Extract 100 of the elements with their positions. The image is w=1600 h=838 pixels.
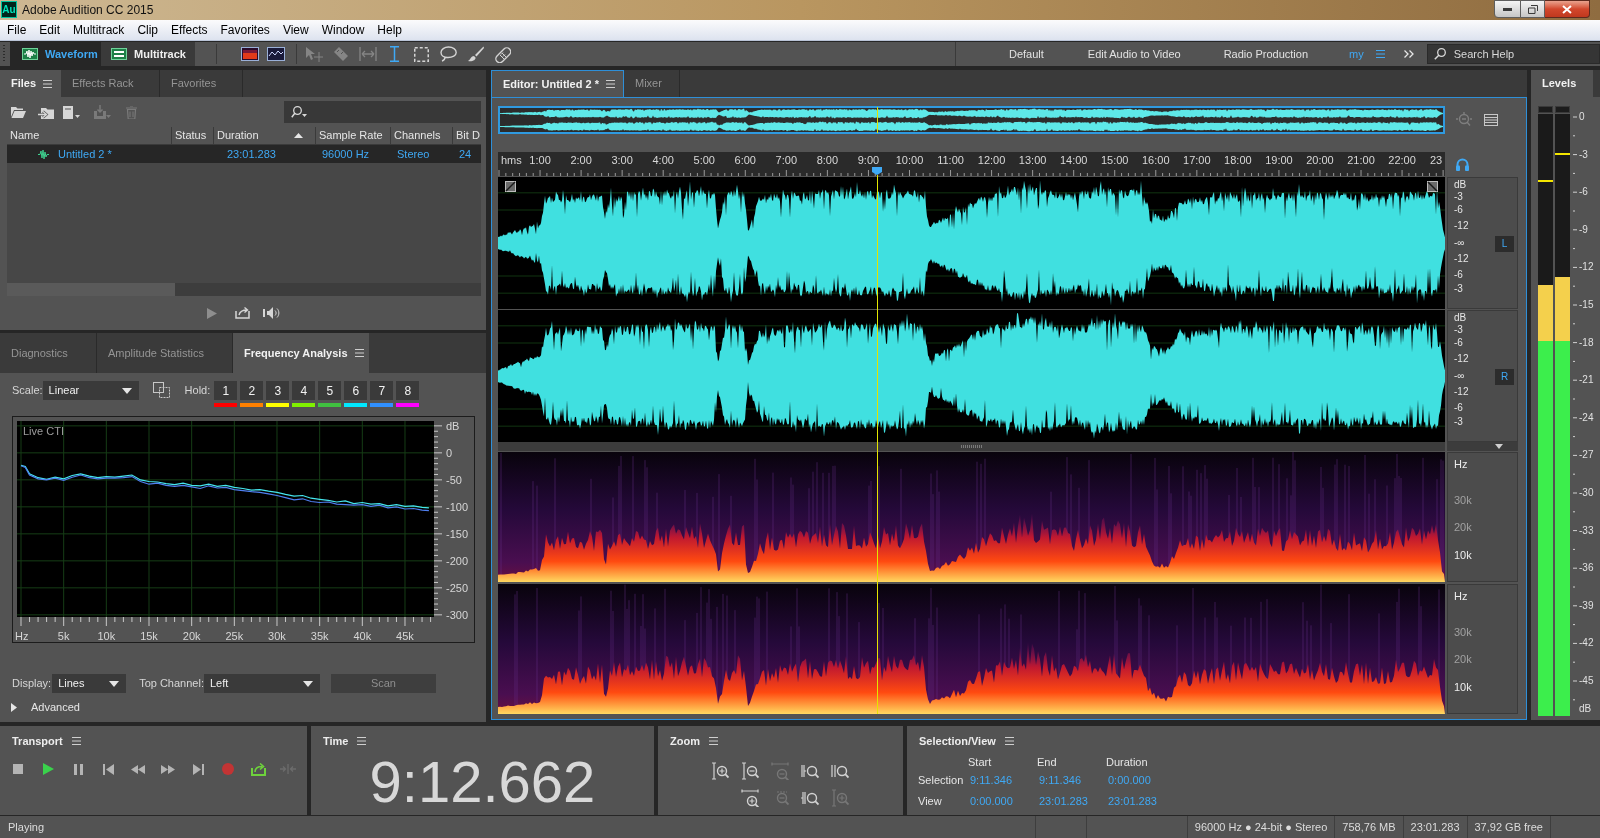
column-header[interactable]: Status bbox=[172, 127, 214, 144]
close-button[interactable] bbox=[1545, 0, 1590, 18]
menu-item[interactable]: View bbox=[282, 24, 309, 36]
pause-icon[interactable] bbox=[73, 763, 83, 775]
menu-item[interactable]: Favorites bbox=[220, 24, 270, 36]
column-header[interactable]: Sample Rate bbox=[316, 127, 391, 144]
field-label: Hold: bbox=[184, 383, 211, 398]
skip-to-end-icon[interactable] bbox=[192, 763, 204, 775]
zoom-in-icon[interactable] bbox=[711, 762, 729, 780]
column-header[interactable]: Bit D bbox=[453, 127, 481, 144]
menu-item[interactable]: File bbox=[7, 24, 27, 36]
menu-item[interactable]: Effects bbox=[171, 24, 208, 36]
rewind-icon[interactable] bbox=[131, 764, 145, 774]
panel-tab[interactable]: Effects Rack bbox=[61, 70, 160, 97]
scrollbar-thumb[interactable] bbox=[7, 283, 175, 296]
scale-dropdown[interactable]: Linear bbox=[42, 381, 139, 400]
folder-open-icon[interactable] bbox=[11, 106, 26, 118]
marquee-icon[interactable] bbox=[414, 46, 429, 62]
zoom-icon[interactable] bbox=[831, 762, 849, 780]
advanced-toggle[interactable]: Advanced bbox=[0, 700, 80, 714]
list-icon[interactable] bbox=[1484, 114, 1498, 126]
headphones-icon[interactable] bbox=[1456, 157, 1469, 171]
bandage-icon[interactable] bbox=[494, 45, 511, 63]
mode-button[interactable]: Multitrack bbox=[101, 42, 195, 66]
hold-button[interactable]: 3 bbox=[266, 381, 290, 400]
brush-icon[interactable] bbox=[467, 46, 484, 62]
triangle-down-icon[interactable] bbox=[1495, 444, 1503, 449]
stacked-squares-icon[interactable] bbox=[152, 382, 170, 398]
playhead-line[interactable] bbox=[876, 175, 878, 714]
horizontal-scrollbar[interactable] bbox=[7, 283, 481, 296]
folder-arrow-icon[interactable] bbox=[38, 105, 54, 119]
menu-item[interactable]: Clip bbox=[137, 24, 159, 36]
column-header[interactable]: Name bbox=[7, 127, 172, 144]
channel-dropdown[interactable]: Left bbox=[203, 674, 320, 693]
export-icon[interactable] bbox=[235, 307, 250, 319]
search-field[interactable] bbox=[284, 101, 481, 123]
menu-icon[interactable] bbox=[357, 737, 367, 745]
play-icon[interactable] bbox=[42, 763, 54, 775]
zoom-icon[interactable] bbox=[801, 762, 819, 780]
menu-icon[interactable] bbox=[708, 737, 718, 745]
hold-button[interactable]: 4 bbox=[292, 381, 316, 400]
channel-button[interactable]: R bbox=[1495, 369, 1514, 385]
channel-button[interactable]: L bbox=[1495, 236, 1514, 252]
curved-arrow-tray-icon[interactable] bbox=[250, 762, 266, 776]
menu-icon[interactable] bbox=[1004, 737, 1014, 745]
menu-item[interactable]: Multitrack bbox=[73, 24, 125, 36]
menu-item[interactable]: Edit bbox=[39, 24, 61, 36]
minimize-button[interactable] bbox=[1494, 0, 1521, 18]
menu-icon[interactable] bbox=[43, 79, 53, 88]
panel-tab[interactable]: Files bbox=[0, 70, 61, 97]
restore-button[interactable] bbox=[1521, 0, 1545, 18]
panel-tab[interactable]: Frequency Analysis bbox=[233, 333, 369, 373]
clip-indicator[interactable] bbox=[1538, 106, 1553, 113]
panel-tab[interactable]: Favorites bbox=[160, 70, 243, 97]
clip-indicator[interactable] bbox=[1555, 106, 1570, 113]
panel-tab[interactable]: Diagnostics bbox=[0, 333, 97, 373]
menu-icon[interactable] bbox=[605, 80, 615, 88]
display-dropdown[interactable]: Lines bbox=[52, 674, 127, 693]
zoom-icon[interactable] bbox=[801, 789, 819, 807]
waveform[interactable] bbox=[498, 177, 1445, 309]
fast-forward-icon[interactable] bbox=[161, 764, 175, 774]
file-row[interactable]: Untitled 2 * 23:01.283 96000 Hz Stereo 24 bbox=[7, 145, 481, 163]
menu-item[interactable]: Help bbox=[377, 24, 403, 36]
waveform[interactable] bbox=[498, 310, 1445, 442]
column-header[interactable]: Duration bbox=[214, 127, 316, 144]
column-header[interactable]: Channels bbox=[391, 127, 453, 144]
menu-icon[interactable] bbox=[354, 349, 364, 357]
spectrogram-view-icon[interactable] bbox=[241, 47, 259, 61]
time-ruler[interactable]: hms 1:00 2:00 3:00 4:00 5:00 6:00 7:00 8:00 9:00 10:00 11:00 12:00 13:00 14:00 15:00 16:00 17:00 18:00 19:00 20:00 21:00 22:00 23 bbox=[498, 152, 1445, 176]
hold-button[interactable]: 8 bbox=[396, 381, 420, 400]
mode-button[interactable]: Waveform bbox=[10, 42, 101, 66]
search-field[interactable]: Search Help bbox=[1426, 44, 1600, 64]
hold-button[interactable]: 1 bbox=[214, 381, 238, 400]
workspace-tab[interactable]: Radio Production bbox=[1223, 48, 1308, 60]
diagonal-square-icon[interactable] bbox=[505, 181, 516, 192]
menu-item[interactable]: Window bbox=[321, 24, 365, 36]
line-graph-icon[interactable] bbox=[267, 47, 285, 61]
chevrons-right-icon[interactable] bbox=[1403, 50, 1414, 58]
overview-waveform[interactable] bbox=[498, 106, 1445, 134]
zoom-in-icon[interactable] bbox=[741, 789, 759, 807]
menu-icon[interactable] bbox=[1375, 50, 1385, 58]
spectrogram[interactable] bbox=[498, 584, 1445, 714]
skip-to-start-icon[interactable] bbox=[102, 763, 114, 775]
hold-button[interactable]: 5 bbox=[318, 381, 342, 400]
zoom-out-icon[interactable] bbox=[741, 762, 759, 780]
playhead-handle-icon[interactable] bbox=[872, 167, 883, 175]
diagonal-square-icon[interactable] bbox=[1427, 181, 1438, 192]
spectrogram[interactable] bbox=[498, 452, 1445, 582]
document-icon[interactable] bbox=[63, 105, 80, 119]
lasso-icon[interactable] bbox=[440, 46, 457, 62]
menu-icon[interactable] bbox=[71, 737, 81, 745]
hold-button[interactable]: 2 bbox=[240, 381, 264, 400]
workspace-tab[interactable]: Default bbox=[1009, 48, 1044, 60]
speaker-icon[interactable] bbox=[263, 307, 280, 319]
hold-button[interactable]: 6 bbox=[344, 381, 368, 400]
workspace-tab[interactable]: Edit Audio to Video bbox=[1087, 48, 1181, 60]
hold-button[interactable]: 7 bbox=[370, 381, 394, 400]
panel-tab[interactable]: Editor: Untitled 2 * bbox=[491, 70, 624, 97]
i-beam-icon[interactable] bbox=[390, 46, 399, 62]
panel-tab[interactable]: Levels bbox=[1531, 70, 1593, 97]
